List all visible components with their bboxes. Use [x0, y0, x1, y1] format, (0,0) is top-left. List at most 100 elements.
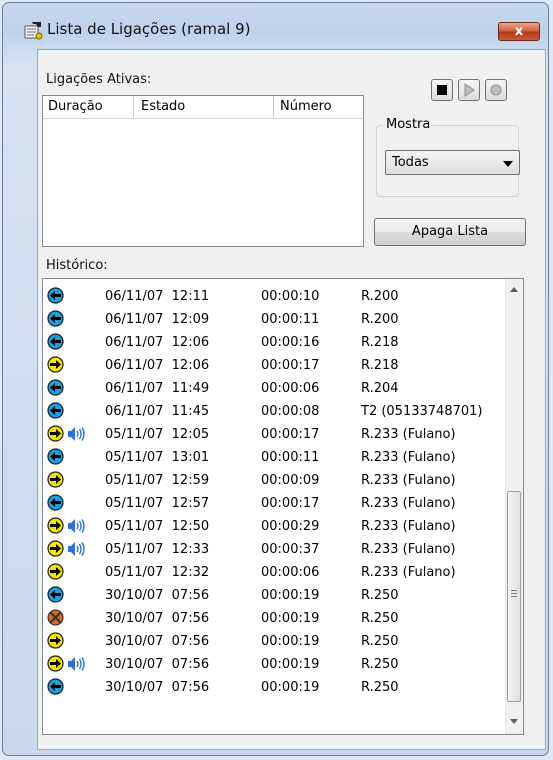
call-date: 05/11/07 12:59 [105, 473, 210, 488]
call-duration: 00:00:16 [261, 335, 320, 350]
outgoing-call-icon [47, 563, 64, 580]
call-duration: 00:00:19 [261, 680, 320, 695]
outgoing-call-icon [47, 655, 64, 672]
history-row[interactable]: 06/11/07 12:06 00:00:16 R.218 [43, 331, 503, 354]
column-state[interactable]: Estado [141, 99, 185, 114]
call-date: 06/11/07 11:49 [105, 381, 210, 396]
history-scrollbar[interactable] [505, 279, 523, 734]
mostra-group: Mostra Todas [376, 117, 520, 197]
scroll-down-arrow-icon[interactable] [510, 719, 518, 724]
history-row[interactable]: 05/11/07 13:01 00:00:11 R.233 (Fulano) [43, 446, 503, 469]
speaker-icon[interactable] [67, 656, 87, 672]
mostra-label: Mostra [383, 117, 434, 132]
incoming-call-icon [47, 678, 64, 695]
mostra-select[interactable]: Todas [385, 150, 520, 175]
window-title: Lista de Ligações (ramal 9) [47, 20, 251, 38]
call-number: R.250 [361, 588, 399, 603]
close-button[interactable]: x [498, 22, 540, 41]
call-duration: 00:00:19 [261, 588, 320, 603]
call-date: 30/10/07 07:56 [105, 611, 210, 626]
scroll-thumb[interactable] [507, 491, 521, 702]
call-number: R.250 [361, 611, 399, 626]
column-duration[interactable]: Duração [48, 99, 103, 114]
history-row[interactable]: 06/11/07 12:11 00:00:10 R.200 [43, 285, 503, 308]
call-duration: 00:00:08 [261, 404, 320, 419]
history-list[interactable]: 06/11/07 12:11 00:00:10 R.200 06/11/07 12:0… [42, 278, 524, 735]
history-row[interactable]: 30/10/07 07:56 00:00:19 R.250 [43, 653, 503, 676]
call-date: 30/10/07 07:56 [105, 634, 210, 649]
call-date: 05/11/07 12:05 [105, 427, 210, 442]
apaga-lista-button[interactable]: Apaga Lista [374, 218, 526, 246]
chevron-down-icon [503, 161, 513, 167]
incoming-call-icon [47, 379, 64, 396]
call-number: R.233 (Fulano) [361, 450, 456, 465]
active-calls-header: Duração Estado Número [43, 96, 363, 119]
speaker-icon[interactable] [67, 426, 87, 442]
call-duration: 00:00:19 [261, 611, 320, 626]
call-number: R.233 (Fulano) [361, 496, 456, 511]
outgoing-call-icon [47, 540, 64, 557]
call-date: 30/10/07 07:56 [105, 657, 210, 672]
call-number: R.250 [361, 680, 399, 695]
call-date: 05/11/07 13:01 [105, 450, 210, 465]
call-duration: 00:00:19 [261, 634, 320, 649]
history-row[interactable]: 30/10/07 07:56 00:00:19 R.250 [43, 607, 503, 630]
stop-button[interactable] [431, 79, 453, 101]
incoming-call-icon [47, 448, 64, 465]
call-number: R.250 [361, 657, 399, 672]
call-duration: 00:00:17 [261, 358, 320, 373]
stop-icon [437, 85, 447, 95]
history-row[interactable]: 06/11/07 12:09 00:00:11 R.200 [43, 308, 503, 331]
record-icon [490, 84, 502, 96]
call-date: 30/10/07 07:56 [105, 588, 210, 603]
history-row[interactable]: 30/10/07 07:56 00:00:19 R.250 [43, 676, 503, 699]
history-row[interactable]: 06/11/07 12:06 00:00:17 R.218 [43, 354, 503, 377]
call-date: 06/11/07 12:06 [105, 335, 210, 350]
history-row[interactable]: 05/11/07 12:50 00:00:29 R.233 (Fulano) [43, 515, 503, 538]
speaker-icon[interactable] [67, 518, 87, 534]
call-date: 06/11/07 11:45 [105, 404, 210, 419]
call-duration: 00:00:09 [261, 473, 320, 488]
call-duration: 00:00:17 [261, 496, 320, 511]
call-number: R.233 (Fulano) [361, 473, 456, 488]
history-row[interactable]: 06/11/07 11:49 00:00:06 R.204 [43, 377, 503, 400]
close-icon: x [514, 24, 524, 39]
history-row[interactable]: 05/11/07 12:32 00:00:06 R.233 (Fulano) [43, 561, 503, 584]
call-duration: 00:00:19 [261, 657, 320, 672]
call-number: R.218 [361, 335, 399, 350]
history-row[interactable]: 05/11/07 12:05 00:00:17 R.233 (Fulano) [43, 423, 503, 446]
call-duration: 00:00:10 [261, 289, 320, 304]
phone-list-icon [24, 22, 43, 40]
call-number: R.233 (Fulano) [361, 542, 456, 557]
speaker-icon[interactable] [67, 541, 87, 557]
outgoing-call-icon [47, 425, 64, 442]
history-row[interactable]: 30/10/07 07:56 00:00:19 R.250 [43, 584, 503, 607]
mostra-selected-value: Todas [392, 155, 429, 170]
history-label: Histórico: [46, 258, 108, 273]
call-date: 30/10/07 07:56 [105, 680, 210, 695]
record-button[interactable] [485, 79, 507, 101]
play-button[interactable] [458, 79, 480, 101]
history-row[interactable]: 05/11/07 12:57 00:00:17 R.233 (Fulano) [43, 492, 503, 515]
incoming-call-icon [47, 586, 64, 603]
history-row[interactable]: 30/10/07 07:56 00:00:19 R.250 [43, 630, 503, 653]
call-date: 05/11/07 12:32 [105, 565, 210, 580]
outgoing-call-icon [47, 517, 64, 534]
call-number: R.233 (Fulano) [361, 427, 456, 442]
incoming-call-icon [47, 333, 64, 350]
active-calls-list[interactable]: Duração Estado Número [42, 95, 364, 247]
call-number: R.233 (Fulano) [361, 519, 456, 534]
history-row[interactable]: 06/11/07 11:45 00:00:08 T2 (05133748701) [43, 400, 503, 423]
call-date: 05/11/07 12:50 [105, 519, 210, 534]
call-date: 06/11/07 12:11 [105, 289, 210, 304]
call-number: R.218 [361, 358, 399, 373]
scroll-up-arrow-icon[interactable] [510, 287, 518, 292]
client-area: Ligações Ativas: Duração Estado Número M… [37, 49, 546, 750]
outgoing-call-icon [47, 356, 64, 373]
column-number[interactable]: Número [280, 99, 332, 114]
title-bar[interactable]: Lista de Ligações (ramal 9) x [3, 3, 548, 41]
history-row[interactable]: 05/11/07 12:59 00:00:09 R.233 (Fulano) [43, 469, 503, 492]
window: Lista de Ligações (ramal 9) x Ligações A… [2, 2, 549, 756]
history-row[interactable]: 05/11/07 12:33 00:00:37 R.233 (Fulano) [43, 538, 503, 561]
outgoing-call-icon [47, 471, 64, 488]
